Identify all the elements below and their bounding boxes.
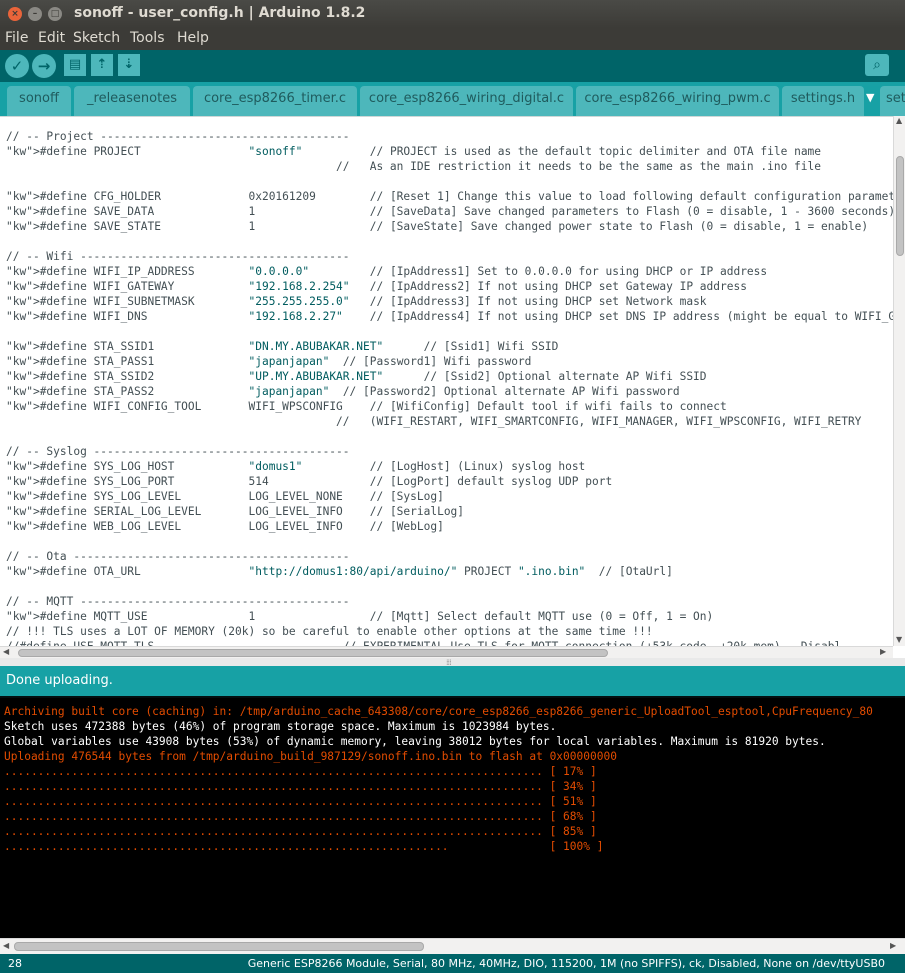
status-message: Done uploading. [6, 673, 113, 688]
scroll-right-arrow-icon[interactable]: ▶ [890, 941, 896, 950]
code-line[interactable]: "kw">#define SAVE_STATE 1 // [SaveState]… [6, 219, 895, 234]
code-line[interactable]: "kw">#define CFG_HOLDER 0x20161209 // [R… [6, 189, 895, 204]
code-line[interactable] [6, 174, 895, 189]
arrow-right-icon[interactable]: → [32, 54, 56, 78]
check-icon[interactable]: ✓ [5, 54, 29, 78]
code-line[interactable]: "kw">#define STA_PASS1 "japanjapan" // [… [6, 354, 895, 369]
tab-sonoff[interactable]: sonoff [7, 86, 71, 116]
console-line: Uploading 476544 bytes from /tmp/arduino… [4, 750, 617, 763]
code-line[interactable]: "kw">#define PROJECT "sonoff" // PROJECT… [6, 144, 895, 159]
menu-bar: File Edit Sketch Tools Help [0, 28, 905, 50]
console-line: ........................................… [4, 810, 597, 823]
code-line[interactable]: "kw">#define SYS_LOG_HOST "domus1" // [L… [6, 459, 895, 474]
tab-core-timer[interactable]: core_esp8266_timer.c [193, 86, 357, 116]
code-line[interactable] [6, 324, 895, 339]
scroll-right-arrow-icon[interactable]: ▶ [880, 647, 886, 656]
code-line[interactable] [6, 429, 895, 444]
menu-sketch[interactable]: Sketch [73, 30, 120, 46]
console-line: ........................................… [4, 780, 597, 793]
code-line[interactable]: // -- Wifi -----------------------------… [6, 249, 895, 264]
code-line[interactable]: "kw">#define SERIAL_LOG_LEVEL LOG_LEVEL_… [6, 504, 895, 519]
code-line[interactable]: "kw">#define WEB_LOG_LEVEL LOG_LEVEL_INF… [6, 519, 895, 534]
code-line[interactable] [6, 234, 895, 249]
code-line[interactable]: "kw">#define SYS_LOG_PORT 514 // [LogPor… [6, 474, 895, 489]
console-output[interactable]: Archiving built core (caching) in: /tmp/… [0, 696, 905, 938]
window-title: sonoff - user_config.h | Arduino 1.8.2 [74, 5, 366, 21]
code-line[interactable]: // (WIFI_RESTART, WIFI_SMARTCONFIG, WIFI… [6, 414, 895, 429]
window-titlebar: × – □ sonoff - user_config.h | Arduino 1… [0, 0, 905, 28]
line-number: 28 [8, 957, 22, 970]
code-line[interactable]: "kw">#define STA_PASS2 "japanjapan" // [… [6, 384, 895, 399]
code-line[interactable]: // As an IDE restriction it needs to be … [6, 159, 895, 174]
tab-menu-arrow-icon[interactable]: ▼ [866, 91, 874, 104]
code-line[interactable]: // -- Ota ------------------------------… [6, 549, 895, 564]
console-line: ........................................… [4, 765, 597, 778]
code-line[interactable]: "kw">#define WIFI_CONFIG_TOOL WIFI_WPSCO… [6, 399, 895, 414]
minimize-icon[interactable]: – [28, 7, 42, 21]
arrow-down-icon[interactable]: ⇣ [118, 54, 140, 76]
scroll-left-arrow-icon[interactable]: ◀ [3, 647, 9, 656]
tab-releasenotes[interactable]: _releasenotes [74, 86, 190, 116]
tab-core-wiring-pwm[interactable]: core_esp8266_wiring_pwm.c [576, 86, 779, 116]
console-text: Archiving built core (caching) in: /tmp/… [4, 704, 873, 854]
tab-set[interactable]: set [880, 86, 905, 116]
scroll-down-arrow-icon[interactable]: ▼ [896, 635, 902, 644]
tab-bar: sonoff _releasenotes core_esp8266_timer.… [0, 82, 905, 116]
editor-vertical-scrollbar[interactable]: ▲ ▼ [893, 116, 905, 646]
editor-horizontal-scrollbar[interactable]: ◀ ▶ [0, 646, 893, 658]
code-line[interactable]: "kw">#define MQTT_USE 1 // [Mqtt] Select… [6, 609, 895, 624]
code-line[interactable]: "kw">#define SAVE_DATA 1 // [SaveData] S… [6, 204, 895, 219]
maximize-icon[interactable]: □ [48, 7, 62, 21]
code-line[interactable] [6, 579, 895, 594]
code-line[interactable]: "kw">#define STA_SSID1 "DN.MY.ABUBAKAR.N… [6, 339, 895, 354]
code-line[interactable]: "kw">#define WIFI_GATEWAY "192.168.2.254… [6, 279, 895, 294]
menu-tools[interactable]: Tools [130, 30, 165, 46]
pane-splitter[interactable]: ⁞⁞⁞ [0, 658, 905, 667]
menu-edit[interactable]: Edit [38, 30, 65, 46]
code-line[interactable]: "kw">#define OTA_URL "http://domus1:80/a… [6, 564, 895, 579]
menu-file[interactable]: File [5, 30, 28, 46]
scrollbar-thumb[interactable] [18, 649, 608, 657]
console-line: Sketch uses 472388 bytes (46%) of progra… [4, 720, 557, 733]
console-horizontal-scrollbar[interactable]: ◀ ▶ [0, 938, 905, 954]
board-info: Generic ESP8266 Module, Serial, 80 MHz, … [247, 957, 885, 970]
code-line[interactable] [6, 534, 895, 549]
code-line[interactable]: "kw">#define WIFI_DNS "192.168.2.27" // … [6, 309, 895, 324]
close-icon[interactable]: × [8, 7, 22, 21]
tab-settings[interactable]: settings.h [782, 86, 864, 116]
console-line: Archiving built core (caching) in: /tmp/… [4, 705, 873, 718]
console-line: ........................................… [4, 795, 597, 808]
code-editor[interactable]: // -- Project --------------------------… [0, 116, 905, 646]
menu-help[interactable]: Help [177, 30, 209, 46]
code-text[interactable]: // -- Project --------------------------… [6, 129, 895, 646]
toolbar: ✓ → ▤ ⇡ ⇣ ⌕ [0, 50, 905, 82]
bottom-status-bar: 28 Generic ESP8266 Module, Serial, 80 MH… [0, 954, 905, 973]
scroll-left-arrow-icon[interactable]: ◀ [3, 941, 9, 950]
code-line[interactable]: "kw">#define WIFI_IP_ADDRESS "0.0.0.0" /… [6, 264, 895, 279]
code-line[interactable]: // !!! TLS uses a LOT OF MEMORY (20k) so… [6, 624, 895, 639]
console-line: ........................................… [4, 840, 604, 853]
code-line[interactable]: // -- Syslog ---------------------------… [6, 444, 895, 459]
scrollbar-thumb[interactable] [896, 156, 904, 256]
code-line[interactable]: // -- MQTT -----------------------------… [6, 594, 895, 609]
code-line[interactable]: //#define USE_MQTT_TLS // EXPERIMENTAL U… [6, 639, 895, 646]
scrollbar-thumb[interactable] [14, 942, 424, 951]
console-line: Global variables use 43908 bytes (53%) o… [4, 735, 826, 748]
new-file-icon[interactable]: ▤ [64, 54, 86, 76]
tab-core-wiring-digital[interactable]: core_esp8266_wiring_digital.c [360, 86, 573, 116]
status-strip: Done uploading. [0, 666, 905, 696]
code-line[interactable]: "kw">#define STA_SSID2 "UP.MY.ABUBAKAR.N… [6, 369, 895, 384]
arrow-up-icon[interactable]: ⇡ [91, 54, 113, 76]
console-line: ........................................… [4, 825, 597, 838]
code-line[interactable]: "kw">#define WIFI_SUBNETMASK "255.255.25… [6, 294, 895, 309]
scroll-up-arrow-icon[interactable]: ▲ [896, 116, 902, 125]
code-line[interactable]: // -- Project --------------------------… [6, 129, 895, 144]
magnifier-icon[interactable]: ⌕ [865, 54, 889, 76]
code-line[interactable]: "kw">#define SYS_LOG_LEVEL LOG_LEVEL_NON… [6, 489, 895, 504]
